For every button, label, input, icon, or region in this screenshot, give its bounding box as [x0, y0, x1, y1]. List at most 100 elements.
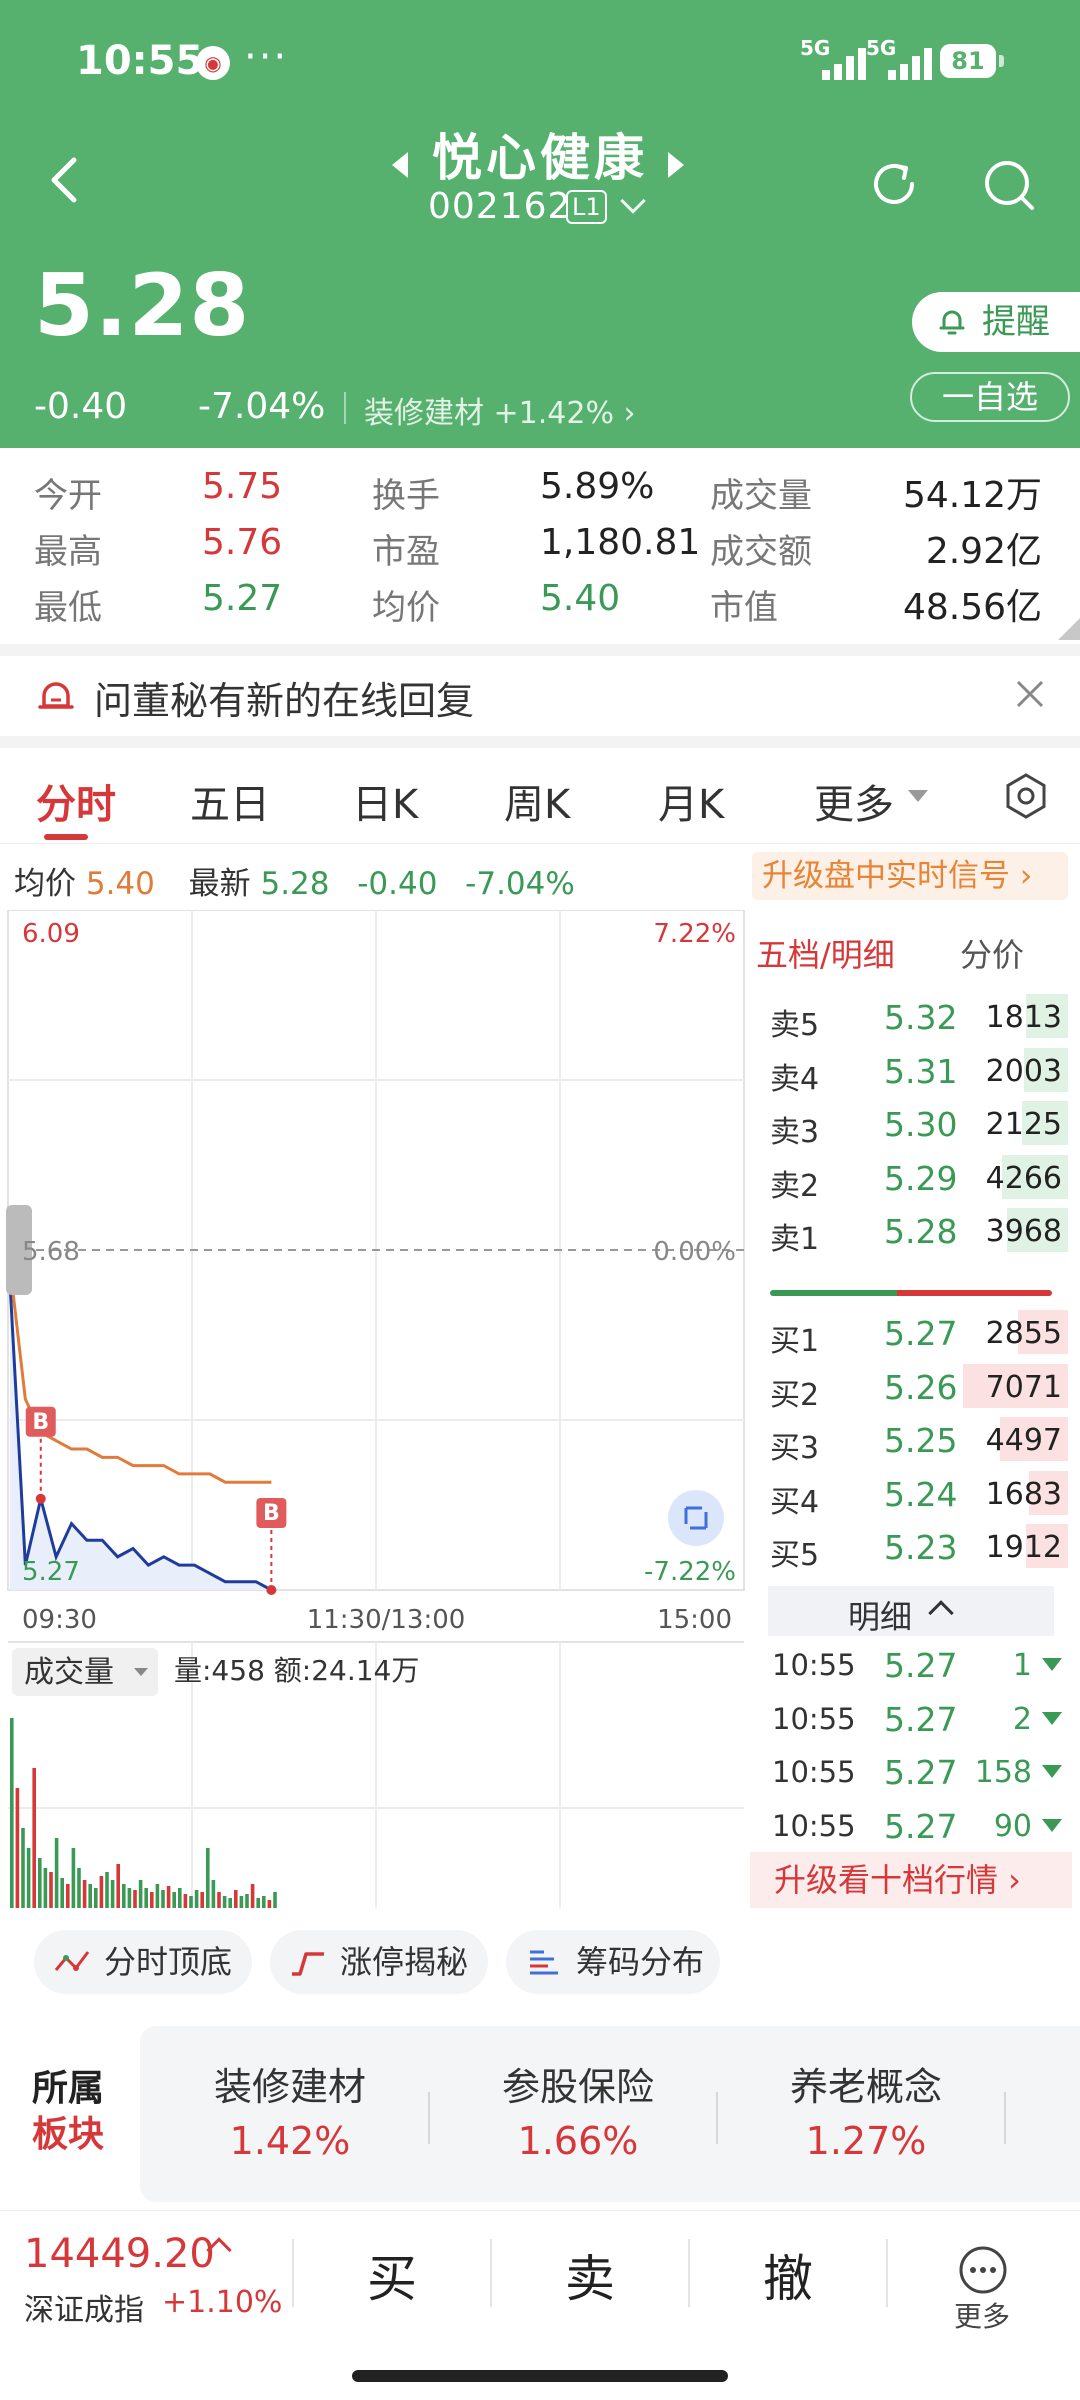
sector-card[interactable]: 装修建材 1.42%: [170, 2056, 410, 2163]
level-badge[interactable]: L1: [566, 190, 607, 224]
volume-label: 成交量: [710, 476, 812, 516]
buy-marker-dot: [266, 1585, 277, 1595]
down-triangle-icon: [1042, 1818, 1062, 1832]
volume-bar: [183, 1894, 188, 1908]
cancel-order-button[interactable]: 撤: [728, 2239, 848, 2311]
bid-row[interactable]: 买1 5.27 2855: [750, 1308, 1068, 1359]
y-tick-left: 6.09: [22, 919, 80, 949]
ask-row[interactable]: 卖5 5.32 1813: [750, 992, 1068, 1043]
prev-stock-icon[interactable]: [392, 152, 408, 178]
bid-row[interactable]: 买5 5.23 1912: [750, 1522, 1068, 1573]
buy-marker-label: B: [263, 1501, 280, 1526]
sell-button[interactable]: 卖: [530, 2239, 650, 2311]
pe-label: 市盈: [372, 532, 440, 572]
tab-more[interactable]: 更多: [814, 772, 894, 830]
home-indicator[interactable]: [352, 2370, 728, 2382]
expand-corner-icon[interactable]: [1058, 618, 1080, 640]
tab-weekly-k[interactable]: 周K: [504, 772, 570, 830]
bid-level-label: 买4: [770, 1484, 820, 1520]
notice-text: 问董秘有新的在线回复: [94, 679, 475, 723]
order-book: 五档/明细 分价 卖5 5.32 1813 卖4 5.31 2003 卖3 5.30 2125 卖…: [750, 910, 1080, 1910]
sector-card[interactable]: 养老概念 1.27%: [746, 2056, 986, 2163]
volume-bar: [228, 1898, 232, 1908]
trade-time: 10:55: [772, 1808, 856, 1843]
tab-order-book[interactable]: 五档/明细: [756, 930, 895, 976]
bid-row[interactable]: 买4 5.24 1683: [750, 1469, 1068, 1520]
ask-row[interactable]: 卖2 5.29 4266: [750, 1153, 1068, 1204]
status-time: 10:55: [76, 38, 204, 84]
volume-bar: [245, 1894, 249, 1908]
low-value: 5.27: [202, 578, 283, 619]
tab-five-day[interactable]: 五日: [190, 772, 270, 830]
bid-level-label: 买5: [770, 1538, 820, 1573]
turnover-label: 换手: [372, 476, 440, 516]
buy-button[interactable]: 买: [332, 2239, 452, 2311]
signal-icon-2: 5G: [866, 36, 936, 80]
divider: [292, 2239, 294, 2307]
volume-bar: [105, 1872, 109, 1908]
ask-row[interactable]: 卖1 5.28 3968: [750, 1206, 1068, 1257]
volume-bar: [155, 1884, 160, 1908]
bid-row[interactable]: 买2 5.26 7071: [750, 1362, 1068, 1413]
volume-bar: [127, 1888, 132, 1908]
divider: [0, 644, 1080, 656]
stock-name: 悦心健康: [432, 129, 648, 187]
intraday-chart[interactable]: B B 6.09 5.68 5.27 7.22% 0.00% -7.22% 09:30 11:30…: [6, 909, 748, 1910]
sector-link[interactable]: 装修建材 +1.42% ›: [364, 388, 636, 432]
ask-volume: 4266: [985, 1160, 1062, 1196]
sector-pct: 1.66%: [517, 2119, 639, 2163]
tab-daily-k[interactable]: 日K: [352, 772, 418, 830]
volume-bar: [122, 1884, 126, 1908]
next-stock-icon[interactable]: [668, 152, 684, 178]
volume-bar: [54, 1838, 59, 1908]
close-icon[interactable]: [1012, 676, 1048, 712]
down-triangle-icon: [1042, 1658, 1062, 1671]
volume-bar: [138, 1880, 143, 1908]
tab-monthly-k[interactable]: 月K: [658, 772, 724, 830]
volume-bar: [206, 1848, 210, 1908]
sector-card[interactable]: 参股保险 1.66%: [458, 2056, 698, 2163]
chip-distribution-button[interactable]: 筹码分布: [506, 1930, 720, 1994]
chart-info-bar: 均价 5.40 最新 5.28 -0.40 -7.04%: [14, 858, 575, 903]
trade-time: 10:55: [772, 1648, 856, 1682]
tab-intraday[interactable]: 分时: [36, 772, 116, 830]
notice-banner[interactable]: 问董秘有新的在线回复: [0, 656, 1080, 736]
volume-bar: [150, 1892, 154, 1908]
chevron-down-icon[interactable]: [620, 188, 646, 214]
tab-price-distribution[interactable]: 分价: [960, 930, 1024, 976]
upgrade-ten-level-button[interactable]: 升级看十档行情 ›: [750, 1852, 1072, 1908]
ask-level-label: 卖1: [770, 1222, 820, 1257]
ask-price: 5.30: [884, 1105, 958, 1144]
limit-up-reveal-button[interactable]: 涨停揭秘: [270, 1930, 488, 1994]
search-icon[interactable]: [978, 154, 1042, 218]
ask-price: 5.29: [884, 1158, 958, 1198]
volume-bar: [66, 1884, 70, 1908]
divider: [886, 2239, 888, 2307]
add-watchlist-button[interactable]: 一自选: [910, 372, 1070, 422]
volume-label: 成交量: [24, 1655, 114, 1690]
ask-row[interactable]: 卖3 5.30 2125: [750, 1099, 1068, 1150]
refresh-icon[interactable]: [864, 154, 924, 214]
more-icon: [959, 2246, 1007, 2294]
bid-row[interactable]: 买3 5.25 4497: [750, 1415, 1068, 1466]
more-label: 更多: [954, 2300, 1011, 2333]
bid-price: 5.24: [884, 1474, 958, 1514]
alert-button[interactable]: 提醒: [912, 292, 1080, 352]
intraday-top-bottom-button[interactable]: 分时顶底: [34, 1930, 252, 1994]
volume-bar: [256, 1898, 260, 1908]
upgrade-signal-button[interactable]: 升级盘中实时信号 ›: [752, 852, 1068, 900]
quote-panel: 今开 5.75 最高 5.76 最低 5.27 换手 5.89% 市盈 1,18…: [0, 448, 1080, 644]
high-label: 最高: [34, 532, 102, 572]
down-triangle-icon: [1042, 1711, 1062, 1725]
detail-header[interactable]: 明细: [768, 1586, 1054, 1636]
high-value: 5.76: [202, 522, 283, 563]
chevron-up-icon: [928, 1600, 954, 1626]
volume-bar: [26, 1848, 31, 1908]
trade-qty: 2: [1012, 1701, 1032, 1737]
ask-row[interactable]: 卖4 5.31 2003: [750, 1046, 1068, 1097]
sector-pct: 1.27%: [805, 2119, 927, 2163]
back-button[interactable]: [44, 150, 94, 216]
settings-icon[interactable]: [1004, 772, 1048, 820]
y-tick-left: 5.68: [22, 1237, 80, 1267]
chip-distribution-icon: [530, 1950, 558, 1975]
